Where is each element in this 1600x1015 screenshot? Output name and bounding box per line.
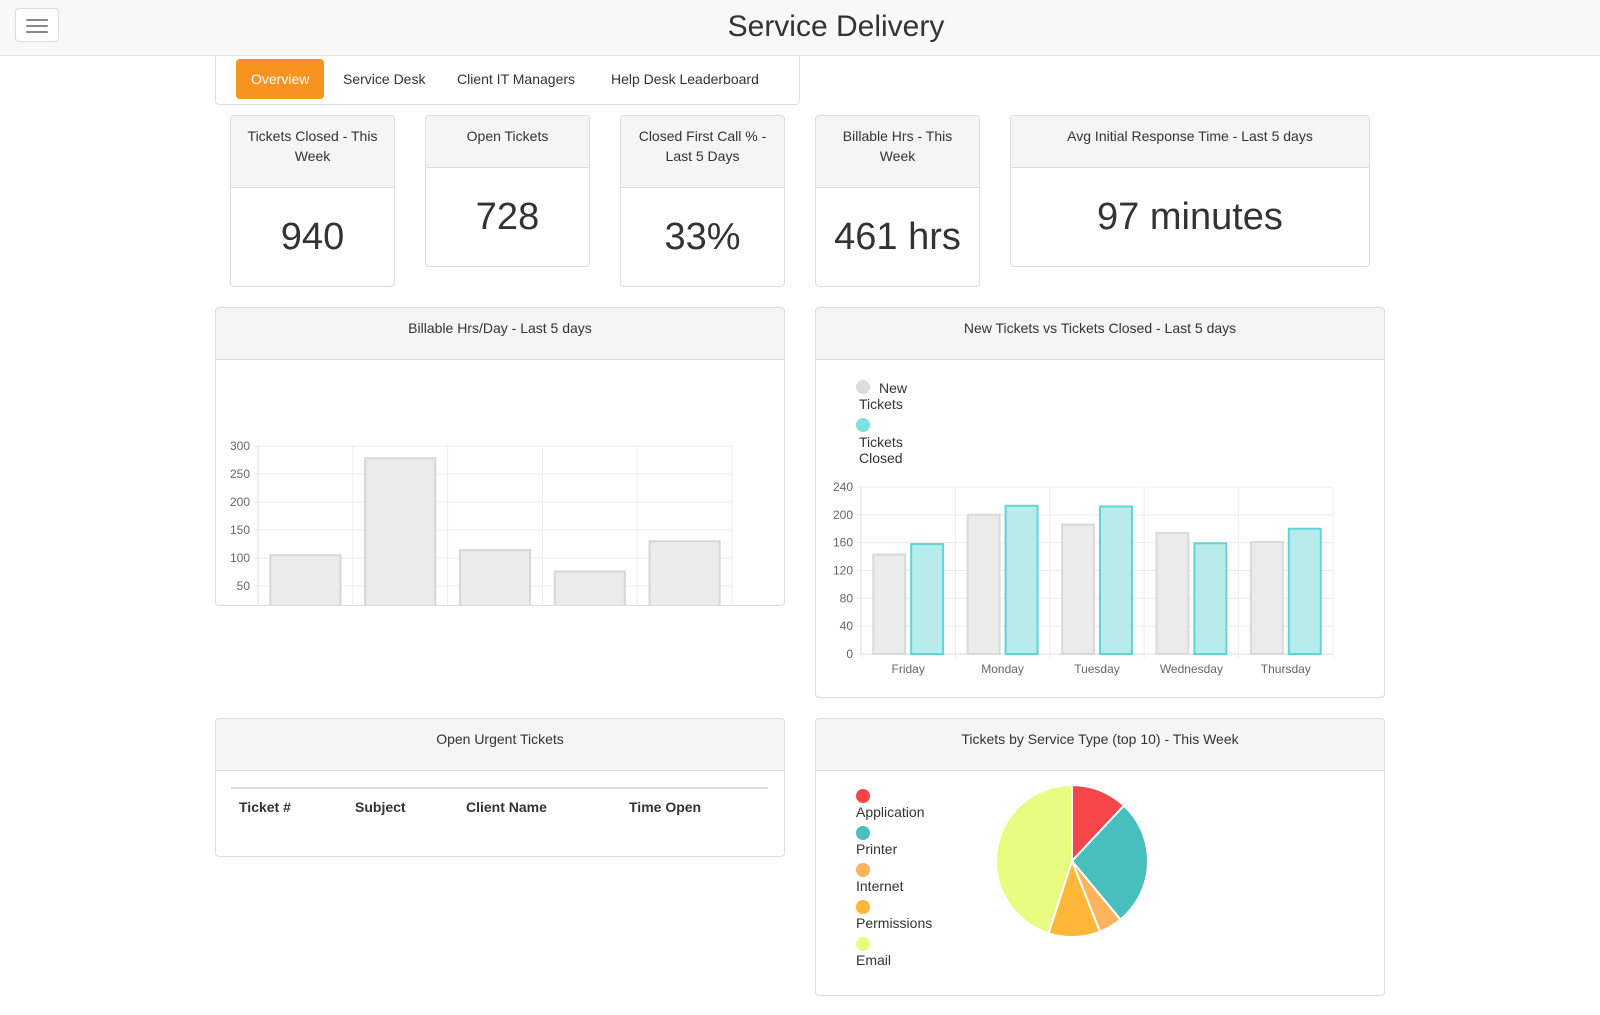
bar xyxy=(1287,527,1322,655)
stat-value: 97 minutes xyxy=(1097,196,1283,238)
service-type-panel: Tickets by Service Type (top 10) - This … xyxy=(815,718,1385,996)
y-tick-label: 0 xyxy=(846,647,853,661)
x-tick-label: Thursday xyxy=(1261,662,1311,676)
panel-title: Open Urgent Tickets xyxy=(216,719,784,771)
bar xyxy=(1155,531,1190,655)
y-tick-label: 240 xyxy=(833,480,853,494)
bar xyxy=(872,553,907,655)
service-type-pie-chart xyxy=(995,783,1149,938)
bar xyxy=(910,543,945,655)
column-header-subject[interactable]: Subject xyxy=(347,787,458,823)
billable-chart-panel: Billable Hrs/Day - Last 5 days 050100150… xyxy=(215,307,785,606)
y-tick-label: 40 xyxy=(840,619,854,633)
stat-value: 940 xyxy=(280,216,345,258)
x-tick-label: Monday xyxy=(981,662,1024,676)
bar xyxy=(458,549,532,605)
urgent-tickets-table: Ticket # Subject Client Name Time Open xyxy=(231,787,768,823)
stat-title: Billable Hrs - This Week xyxy=(816,116,979,188)
tickets-chart: 0 40 80 120 160 200 240 Friday Monday Tuesday Wedn… xyxy=(833,480,1334,676)
stat-panel-tickets-closed: Tickets Closed - This Week 940 xyxy=(230,115,395,287)
stat-panel-billable-hrs: Billable Hrs - This Week 461 hrs xyxy=(815,115,980,287)
tab-overview[interactable]: Overview xyxy=(236,59,325,99)
y-tick-label: 50 xyxy=(237,579,251,593)
x-tick-label: Tuesday xyxy=(1074,662,1120,676)
column-header-ticket[interactable]: Ticket # xyxy=(231,787,347,823)
y-tick-label: 200 xyxy=(230,495,250,509)
x-tick-label: Wednesday xyxy=(1160,662,1223,676)
y-tick-label: 160 xyxy=(833,536,853,550)
tab-bar: Overview Service Desk Client IT Managers… xyxy=(215,56,800,105)
tab-help-desk-leaderboard[interactable]: Help Desk Leaderboard xyxy=(596,59,774,99)
y-tick-label: 100 xyxy=(230,551,250,565)
stat-value: 461 hrs xyxy=(834,216,961,258)
stat-panel-response-time: Avg Initial Response Time - Last 5 days … xyxy=(1010,115,1370,267)
bar xyxy=(1004,504,1039,655)
y-tick-label: 150 xyxy=(230,523,250,537)
tab-service-desk[interactable]: Service Desk xyxy=(328,59,440,99)
bar xyxy=(364,457,437,605)
bar xyxy=(966,513,1001,655)
y-tick-label: 120 xyxy=(833,564,853,578)
y-tick-label: 200 xyxy=(833,508,853,522)
tab-client-it-managers[interactable]: Client IT Managers xyxy=(442,59,590,99)
table-header-row: Ticket # Subject Client Name Time Open xyxy=(231,787,768,823)
bar xyxy=(553,570,626,605)
y-tick-label: 300 xyxy=(230,439,250,453)
x-tick-label: Friday xyxy=(892,662,925,676)
y-tick-label: 250 xyxy=(230,467,250,481)
stat-title: Closed First Call % - Last 5 Days xyxy=(621,116,784,188)
bar xyxy=(269,554,342,605)
column-header-client-name[interactable]: Client Name xyxy=(458,787,621,823)
y-tick-label: 80 xyxy=(840,591,854,605)
bar xyxy=(648,540,721,605)
bar xyxy=(1099,505,1133,655)
page-title: Service Delivery xyxy=(727,10,945,43)
tickets-chart-panel: New Tickets vs Tickets Closed - Last 5 d… xyxy=(815,307,1385,698)
top-navbar: Service Delivery xyxy=(0,0,1600,56)
billable-hours-chart: 050100150200250300FridayMondayTuesdayWed… xyxy=(230,439,733,605)
stat-title: Avg Initial Response Time - Last 5 days xyxy=(1011,116,1369,168)
stat-panel-open-tickets: Open Tickets 728 xyxy=(425,115,590,267)
stat-value: 33% xyxy=(664,216,741,258)
column-header-time-open[interactable]: Time Open xyxy=(621,787,768,823)
panel-title: Billable Hrs/Day - Last 5 days xyxy=(216,308,784,360)
stat-title: Tickets Closed - This Week xyxy=(231,116,394,188)
stat-panel-first-call: Closed First Call % - Last 5 Days 33% xyxy=(620,115,785,287)
stat-title: Open Tickets xyxy=(426,116,589,168)
bar xyxy=(1061,523,1096,655)
urgent-tickets-panel: Open Urgent Tickets Ticket # Subject Cli… xyxy=(215,718,785,857)
bar xyxy=(1249,540,1284,656)
stat-value: 728 xyxy=(475,196,540,238)
bar xyxy=(1193,542,1228,655)
